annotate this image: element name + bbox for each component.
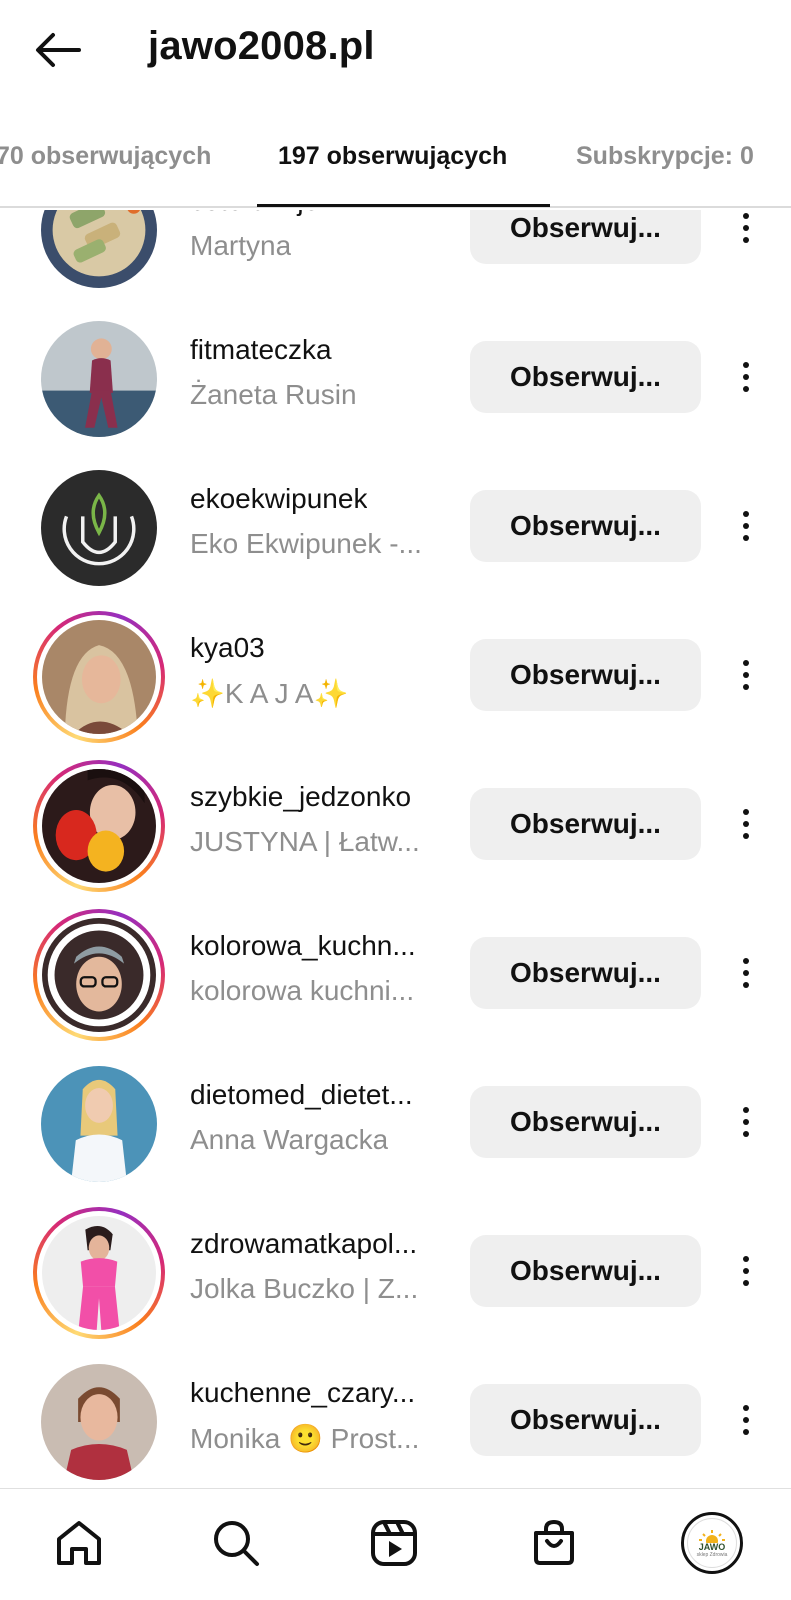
logo-subtext: sklep Zdrowia — [696, 1551, 728, 1558]
tab-bar: 70 obserwujących 197 obserwujących Subsk… — [0, 130, 791, 208]
arrow-left-icon — [36, 33, 81, 67]
avatar-image — [41, 321, 157, 437]
more-options-button[interactable] — [728, 1246, 764, 1296]
follow-button[interactable]: Obserwuj... — [470, 937, 701, 1009]
back-button[interactable] — [30, 22, 86, 78]
avatar[interactable] — [33, 1356, 165, 1488]
avatar-image — [41, 210, 157, 288]
more-options-button[interactable] — [728, 210, 764, 253]
avatar-story-ring[interactable] — [33, 611, 165, 743]
list-item[interactable]: ekoekwipunek Eko Ekwipunek -... Obserwuj… — [0, 445, 791, 594]
full-name: Żaneta Rusin — [190, 379, 357, 410]
tab-following[interactable]: 197 obserwujących — [278, 142, 507, 171]
more-options-button[interactable] — [728, 352, 764, 402]
username[interactable]: szybkie_jedzonko — [190, 781, 411, 813]
username[interactable]: coteraz2jem — [190, 210, 343, 217]
shop-icon — [534, 1519, 574, 1565]
follow-button[interactable]: Obserwuj... — [470, 639, 701, 711]
follow-button[interactable]: Obserwuj... — [470, 210, 701, 264]
avatar-story-ring[interactable] — [33, 760, 165, 892]
full-name: Jolka Buczko | Z... — [190, 1273, 419, 1304]
full-name: Anna Wargacka — [190, 1124, 389, 1155]
list-item[interactable]: coteraz2jem Martyna Obserwuj... — [0, 210, 791, 296]
follow-button[interactable]: Obserwuj... — [470, 1235, 701, 1307]
avatar-story-ring[interactable] — [33, 909, 165, 1041]
full-name: Martyna — [190, 230, 292, 261]
username[interactable]: dietomed_dietet... — [190, 1079, 413, 1111]
list-item[interactable]: szybkie_jedzonko JUSTYNA | Łatw... Obser… — [0, 743, 791, 892]
nav-reels[interactable] — [358, 1507, 430, 1579]
avatar-image — [42, 769, 156, 883]
avatar[interactable] — [33, 1058, 165, 1190]
search-icon — [214, 1521, 259, 1566]
list-item[interactable]: kolorowa_kuchn... kolorowa kuchni... Obs… — [0, 892, 791, 1041]
following-list[interactable]: coteraz2jem Martyna Obserwuj... — [0, 210, 791, 1488]
list-item[interactable]: zdrowamatkapol... Jolka Buczko | Z... Ob… — [0, 1190, 791, 1339]
follow-button[interactable]: Obserwuj... — [470, 341, 701, 413]
avatar-image — [42, 1216, 156, 1330]
nav-home[interactable] — [43, 1507, 115, 1579]
avatar-image — [41, 1364, 157, 1480]
full-name: Monika 🙂 Prost... — [190, 1423, 420, 1454]
sun-icon — [699, 1529, 725, 1543]
more-options-button[interactable] — [728, 1395, 764, 1445]
page-title: jawo2008.pl — [148, 24, 375, 68]
nav-shop[interactable] — [518, 1507, 590, 1579]
tab-subscriptions[interactable]: Subskrypcje: 0 — [576, 142, 754, 171]
following-list-content: coteraz2jem Martyna Obserwuj... — [0, 210, 791, 1488]
avatar-story-ring[interactable] — [33, 1207, 165, 1339]
list-item[interactable]: kuchenne_czary... Monika 🙂 Prost... Obse… — [0, 1339, 791, 1488]
avatar-image — [42, 620, 156, 734]
bottom-navigation: JAWO sklep Zdrowia — [0, 1488, 791, 1600]
avatar-image — [42, 918, 156, 1032]
avatar-image — [41, 1066, 157, 1182]
tab-followers[interactable]: 70 obserwujących — [0, 142, 211, 171]
followers-screen: jawo2008.pl 70 obserwujących 197 obserwu… — [0, 0, 791, 1600]
more-options-button[interactable] — [728, 1097, 764, 1147]
jawo-logo: JAWO sklep Zdrowia — [687, 1518, 737, 1568]
avatar[interactable] — [33, 313, 165, 445]
follow-button[interactable]: Obserwuj... — [470, 1384, 701, 1456]
list-item[interactable]: dietomed_dietet... Anna Wargacka Obserwu… — [0, 1041, 791, 1190]
logo-text: JAWO — [698, 1541, 726, 1552]
more-options-button[interactable] — [728, 650, 764, 700]
full-name: ✨K A J A✨ — [190, 678, 349, 709]
list-item[interactable]: fitmateczka Żaneta Rusin Obserwuj... — [0, 296, 791, 445]
avatar-image — [41, 470, 157, 586]
list-item[interactable]: kya03 ✨K A J A✨ Obserwuj... — [0, 594, 791, 743]
follow-button[interactable]: Obserwuj... — [470, 788, 701, 860]
username[interactable]: kolorowa_kuchn... — [190, 930, 416, 962]
more-options-button[interactable] — [728, 948, 764, 998]
home-icon — [57, 1521, 101, 1565]
follow-button[interactable]: Obserwuj... — [470, 1086, 701, 1158]
username[interactable]: kuchenne_czary... — [190, 1377, 415, 1409]
username[interactable]: kya03 — [190, 632, 265, 664]
profile-avatar: JAWO sklep Zdrowia — [681, 1512, 743, 1574]
nav-profile[interactable]: JAWO sklep Zdrowia — [676, 1507, 748, 1579]
nav-search[interactable] — [200, 1507, 272, 1579]
follow-button[interactable]: Obserwuj... — [470, 490, 701, 562]
full-name: Eko Ekwipunek -... — [190, 528, 422, 559]
top-bar: jawo2008.pl — [0, 0, 791, 110]
more-options-button[interactable] — [728, 501, 764, 551]
username[interactable]: ekoekwipunek — [190, 483, 367, 515]
avatar[interactable] — [33, 210, 165, 296]
full-name: kolorowa kuchni... — [190, 975, 415, 1006]
username[interactable]: zdrowamatkapol... — [190, 1228, 417, 1260]
username[interactable]: fitmateczka — [190, 334, 332, 366]
more-options-button[interactable] — [728, 799, 764, 849]
full-name: JUSTYNA | Łatw... — [190, 826, 420, 857]
reels-icon — [371, 1520, 417, 1566]
active-tab-indicator — [257, 204, 550, 207]
avatar[interactable] — [33, 462, 165, 594]
